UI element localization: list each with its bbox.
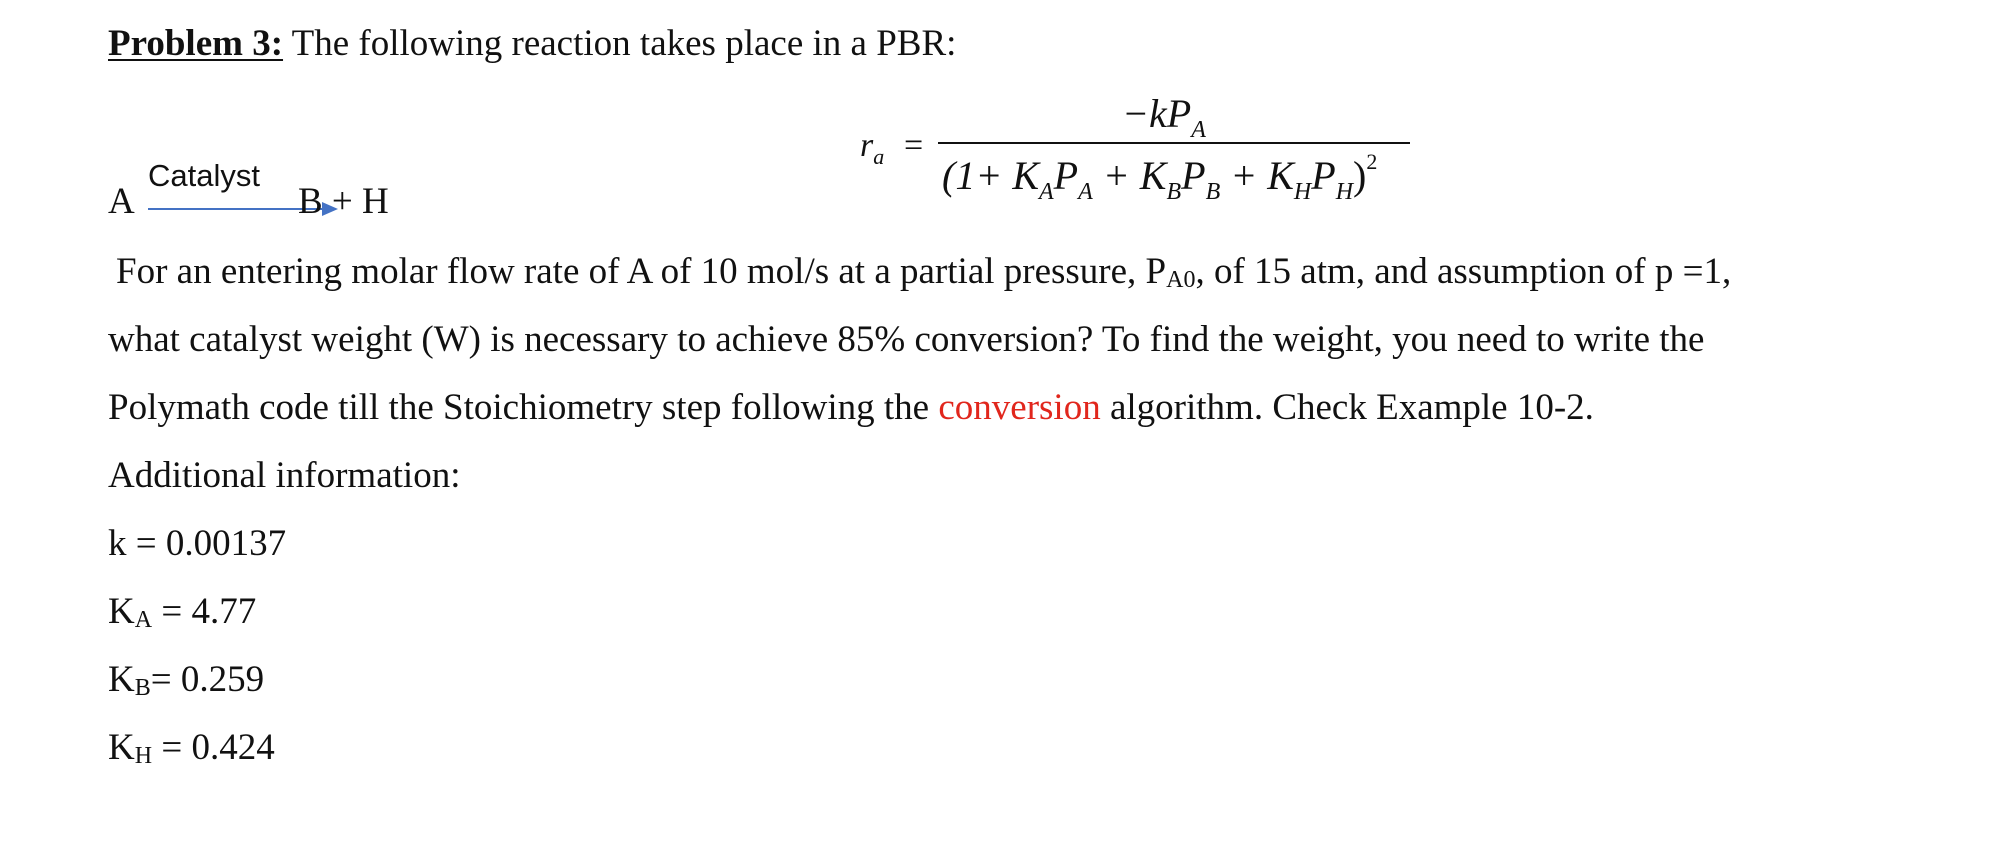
catalyst-label: Catalyst — [148, 158, 260, 193]
reaction-scheme: A Catalyst B + H — [108, 150, 508, 230]
additional-heading: Additional information: — [108, 455, 461, 496]
problem-label: Problem 3: — [108, 23, 284, 64]
param-k: k = 0.00137 — [108, 523, 287, 564]
paragraph-line-1: For an entering molar flow rate of A of … — [116, 251, 1732, 293]
equals-sign: = — [904, 127, 924, 164]
paragraph-line-3: Polymath code till the Stoichiometry ste… — [108, 387, 1594, 428]
products: B + H — [298, 181, 389, 222]
rate-symbol: ra — [860, 127, 885, 169]
param-ka: KA = 4.77 — [108, 591, 257, 633]
paragraph-line-2: what catalyst weight (W) is necessary to… — [108, 319, 1705, 360]
param-kb: KB= 0.259 — [108, 659, 265, 701]
rate-equation: ra = −kPA (1+ KAPA + KBPB + KHPH)2 — [860, 88, 1420, 238]
equation-numerator: −kPA — [1122, 91, 1206, 144]
problem-intro: The following reaction takes place in a … — [283, 23, 957, 64]
equation-denominator: (1+ KAPA + KBPB + KHPH)2 — [942, 149, 1378, 205]
problem-title: Problem 3: The following reaction takes … — [108, 22, 956, 66]
param-kh: KH = 0.424 — [108, 727, 275, 769]
reactant: A — [108, 181, 135, 222]
fraction-bar — [938, 142, 1410, 144]
conversion-highlight: conversion — [938, 387, 1101, 428]
